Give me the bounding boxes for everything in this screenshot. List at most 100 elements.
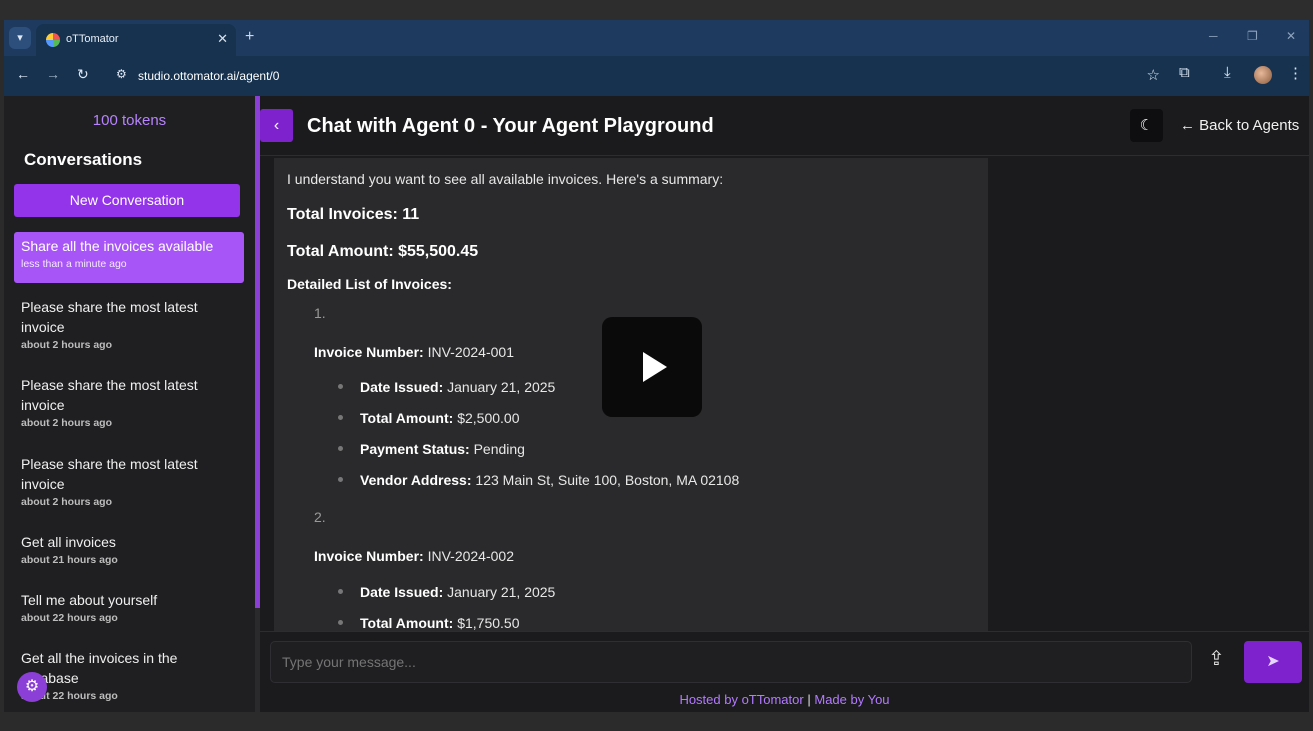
conversation-title: Please share the most latest invoice [21, 456, 198, 492]
chevron-down-icon[interactable]: ▾ [9, 27, 31, 49]
tab-title: oTTomator [66, 33, 119, 45]
conversation-item[interactable]: Tell me about yourself about 22 hours ag… [14, 586, 244, 628]
conversation-title: Please share the most latest invoice [21, 377, 198, 413]
field-value: January 21, 2025 [447, 379, 556, 395]
conversation-item[interactable]: Please share the most latest invoice abo… [14, 450, 244, 512]
browser-tab[interactable]: oTTomator ✕ [36, 24, 236, 56]
upload-icon[interactable]: ⇪ [1208, 646, 1225, 671]
tab-bar: ▾ oTTomator ✕ + ─ ❐ ✕ [4, 20, 1309, 56]
conversation-time: about 2 hours ago [21, 417, 113, 429]
bullet [338, 446, 343, 451]
conversation-item[interactable]: Get all invoices about 21 hours ago [14, 528, 244, 570]
kebab-menu-icon[interactable]: ⋮ [1288, 64, 1303, 82]
total-invoices: Total Invoices: 11 [287, 206, 420, 223]
conversation-title: Share all the invoices available [21, 238, 214, 254]
conversation-time: about 21 hours ago [21, 554, 118, 566]
total-amount-line: Total Amount: $1,750.50 [360, 615, 520, 631]
footer: Hosted by oTTomator | Made by You [260, 692, 1309, 707]
send-button[interactable]: ➤ [1244, 641, 1302, 683]
field-label: Invoice Number: [314, 548, 424, 564]
conversation-title: Please share the most latest invoice [21, 299, 198, 335]
bullet [338, 589, 343, 594]
video-play-button[interactable] [602, 317, 702, 417]
invoice-number: Invoice Number: INV-2024-001 [314, 344, 514, 360]
conversation-time: about 2 hours ago [21, 339, 113, 351]
conversation-time: about 22 hours ago [21, 690, 118, 702]
window-close-icon[interactable]: ✕ [1286, 29, 1296, 43]
screen-top-edge [0, 0, 1313, 20]
sidebar-scrollbar[interactable] [255, 96, 260, 608]
field-value: $2,500.00 [457, 410, 520, 426]
composer: ⇪ ➤ Hosted by oTTomator | Made by You [260, 631, 1309, 712]
field-label: Date Issued: [360, 584, 444, 600]
page-title: Chat with Agent 0 - Your Agent Playgroun… [307, 115, 714, 137]
close-icon[interactable]: ✕ [217, 31, 228, 47]
download-icon[interactable]: ⤓ [1224, 64, 1231, 81]
minimize-icon[interactable]: ─ [1209, 29, 1218, 43]
back-to-agents-label: Back to Agents [1199, 117, 1300, 134]
new-conversation-button[interactable]: New Conversation [14, 184, 240, 217]
gear-icon[interactable]: ⚙ [17, 672, 47, 702]
total-amount: Total Amount: $55,500.45 [287, 243, 479, 260]
field-label: Total Amount: [360, 410, 454, 426]
reload-icon[interactable]: ↻ [77, 66, 89, 83]
bullet [338, 415, 343, 420]
conversation-title: Get all the invoices in the database [21, 650, 178, 686]
field-label: Total Amount: [360, 615, 454, 631]
back-to-agents-link[interactable]: ← Back to Agents [1180, 117, 1299, 134]
conversation-title: Tell me about yourself [21, 592, 158, 608]
field-value: INV-2024-002 [427, 548, 514, 564]
conversation-time: less than a minute ago [21, 258, 127, 270]
favicon-icon [46, 33, 60, 47]
token-count: 100 tokens [92, 112, 167, 129]
send-icon: ➤ [1266, 653, 1280, 670]
date-issued: Date Issued: January 21, 2025 [360, 379, 555, 395]
play-icon [643, 352, 667, 382]
puzzle-icon[interactable]: ⧉ [1179, 64, 1190, 81]
avatar[interactable] [1254, 66, 1272, 84]
field-value: INV-2024-001 [427, 344, 514, 360]
restore-icon[interactable]: ❐ [1247, 29, 1258, 43]
list-number: 1. [314, 305, 326, 321]
conversations-heading: Conversations [24, 150, 143, 169]
field-value: Pending [473, 441, 525, 457]
list-heading: Detailed List of Invoices: [287, 276, 452, 292]
forward-icon[interactable]: → [46, 66, 60, 82]
url-text[interactable]: studio.ottomator.ai/agent/0 [138, 69, 279, 83]
bullet [338, 620, 343, 625]
date-issued: Date Issued: January 21, 2025 [360, 584, 555, 600]
made-by-link[interactable]: Made by You [814, 692, 889, 707]
total-amount-line: Total Amount: $2,500.00 [360, 410, 520, 426]
conversation-item[interactable]: Please share the most latest invoice abo… [14, 293, 244, 355]
conversation-item[interactable]: Please share the most latest invoice abo… [14, 371, 244, 433]
field-value: $1,750.50 [457, 615, 520, 631]
conversation-item[interactable]: Get all the invoices in the database abo… [14, 644, 244, 706]
invoice-number: Invoice Number: INV-2024-002 [314, 548, 514, 564]
new-tab-icon[interactable]: + [245, 28, 254, 46]
payment-status: Payment Status: Pending [360, 441, 525, 457]
footer-separator: | [807, 692, 811, 707]
chat-header: ‹ Chat with Agent 0 - Your Agent Playgro… [260, 96, 1309, 156]
message-input[interactable] [270, 641, 1192, 683]
back-icon[interactable]: ← [16, 66, 30, 82]
vendor-address: Vendor Address: 123 Main St, Suite 100, … [360, 472, 739, 488]
address-bar-row: ← → ↻ ⚙ studio.ottomator.ai/agent/0 ☆ ⧉ … [4, 56, 1309, 96]
bullet [338, 384, 343, 389]
field-label: Date Issued: [360, 379, 444, 395]
hosted-by-link[interactable]: Hosted by oTTomator [679, 692, 803, 707]
sidebar: 100 tokens Conversations New Conversatio… [4, 96, 255, 712]
bullet [338, 477, 343, 482]
conversation-time: about 2 hours ago [21, 496, 113, 508]
address-bar[interactable]: ⚙ studio.ottomator.ai/agent/0 ☆ [108, 61, 1168, 90]
field-label: Invoice Number: [314, 344, 424, 360]
chevron-left-icon[interactable]: ‹ [260, 109, 293, 142]
field-label: Payment Status: [360, 441, 470, 457]
star-icon[interactable]: ☆ [1147, 66, 1160, 84]
site-settings-icon[interactable]: ⚙ [116, 67, 127, 81]
conversation-item[interactable]: Share all the invoices available less th… [14, 232, 244, 283]
message-intro: I understand you want to see all availab… [287, 171, 724, 187]
screen-bottom-edge [0, 712, 1313, 731]
list-number: 2. [314, 509, 326, 525]
conversation-title: Get all invoices [21, 534, 116, 550]
moon-icon[interactable]: ☾ [1130, 109, 1163, 142]
